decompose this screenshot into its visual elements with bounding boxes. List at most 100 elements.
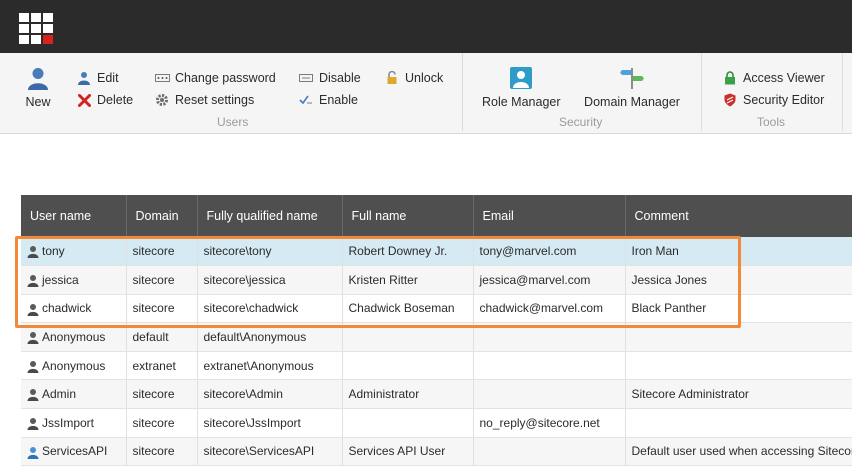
table-cell-comment bbox=[625, 351, 852, 381]
table-row[interactable]: Anonymous default default\Anonymous bbox=[21, 322, 852, 352]
column-header-user-name[interactable]: User name bbox=[21, 195, 127, 237]
service-user-icon bbox=[27, 446, 39, 459]
table-cell-domain: sitecore bbox=[126, 379, 198, 410]
user-name-text: JssImport bbox=[42, 415, 95, 430]
disable-icon bbox=[298, 71, 314, 85]
user-new-icon bbox=[28, 68, 48, 90]
table-cell-email bbox=[473, 351, 626, 381]
table-cell-domain: extranet bbox=[126, 351, 198, 381]
table-cell-email: chadwick@marvel.com bbox=[473, 294, 626, 324]
new-user-label: New bbox=[25, 95, 51, 109]
table-cell-fqn: sitecore\chadwick bbox=[197, 294, 343, 324]
table-cell-user: jessica bbox=[21, 265, 127, 295]
table-row[interactable]: chadwick sitecore sitecore\chadwick Chadwic… bbox=[21, 294, 852, 324]
disable-button[interactable]: Disable bbox=[298, 71, 361, 85]
table-cell-email: jessica@marvel.com bbox=[473, 265, 626, 295]
table-cell-comment: Jessica Jones bbox=[625, 265, 852, 295]
table-cell-user: chadwick bbox=[21, 294, 127, 324]
reset-settings-button[interactable]: Reset settings bbox=[154, 93, 254, 107]
table-row[interactable]: jessica sitecore sitecore\jessica Kristen R… bbox=[21, 265, 852, 295]
domain-manager-button[interactable]: Domain Manager bbox=[583, 66, 681, 109]
table-cell-comment: Default user used when accessing Sitecor… bbox=[625, 437, 852, 467]
table-cell-fqn: sitecore\tony bbox=[197, 237, 343, 267]
table-row[interactable]: JssImport sitecore sitecore\JssImport no_re… bbox=[21, 408, 852, 438]
role-manager-button[interactable]: Role Manager bbox=[482, 66, 561, 109]
table-cell-comment bbox=[625, 322, 852, 352]
app-launcher-icon[interactable] bbox=[19, 13, 53, 45]
column-header-fully-qualified-name[interactable]: Fully qualified name bbox=[197, 195, 343, 237]
column-header-comment[interactable]: Comment bbox=[625, 195, 852, 237]
delete-button[interactable]: Delete bbox=[76, 93, 133, 107]
user-icon bbox=[27, 332, 39, 345]
change-password-button[interactable]: Change password bbox=[154, 71, 276, 85]
table-cell-full-name bbox=[342, 408, 474, 438]
table-cell-email bbox=[473, 322, 626, 352]
table-cell-fqn: sitecore\jessica bbox=[197, 265, 343, 295]
user-icon bbox=[27, 418, 39, 431]
user-name-text: Anonymous bbox=[42, 329, 106, 344]
table-cell-domain: sitecore bbox=[126, 408, 198, 438]
table-cell-user: Anonymous bbox=[21, 351, 127, 381]
table-cell-fqn: sitecore\JssImport bbox=[197, 408, 343, 438]
table-cell-domain: sitecore bbox=[126, 265, 198, 295]
table-cell-fqn: sitecore\Admin bbox=[197, 379, 343, 410]
table-cell-user: Anonymous bbox=[21, 322, 127, 352]
change-password-icon bbox=[154, 71, 170, 85]
group-divider bbox=[462, 53, 463, 131]
table-cell-full-name bbox=[342, 351, 474, 381]
tools-group-label: Tools bbox=[757, 115, 786, 129]
new-user-button[interactable]: New bbox=[22, 66, 54, 109]
ribbon: New Edit Delete Change password Reset se… bbox=[0, 53, 852, 134]
table-row[interactable]: ServicesAPI sitecore sitecore\ServicesAPI S… bbox=[21, 437, 852, 467]
enable-button[interactable]: Enable bbox=[298, 93, 358, 107]
table-cell-fqn: extranet\Anonymous bbox=[197, 351, 343, 381]
edit-user-icon bbox=[76, 71, 92, 85]
table-cell-email bbox=[473, 437, 626, 467]
access-viewer-lock-icon bbox=[722, 71, 738, 85]
table-cell-user: Admin bbox=[21, 379, 127, 410]
unlock-icon bbox=[384, 71, 400, 85]
column-header-domain[interactable]: Domain bbox=[126, 195, 198, 237]
table-header-row: User name Domain Fully qualified name Fu… bbox=[21, 195, 852, 237]
user-name-text: tony bbox=[42, 243, 65, 258]
table-cell-domain: default bbox=[126, 322, 198, 352]
table-cell-fqn: default\Anonymous bbox=[197, 322, 343, 352]
table-cell-comment: Black Panther bbox=[625, 294, 852, 324]
enable-icon bbox=[298, 93, 314, 107]
user-name-text: chadwick bbox=[42, 301, 92, 316]
table-cell-email: tony@marvel.com bbox=[473, 237, 626, 267]
edit-button[interactable]: Edit bbox=[76, 71, 119, 85]
users-table: User name Domain Fully qualified name Fu… bbox=[21, 195, 852, 467]
table-cell-comment: Sitecore Administrator bbox=[625, 379, 852, 410]
table-cell-email bbox=[473, 379, 626, 410]
user-icon bbox=[27, 303, 39, 316]
security-editor-button[interactable]: Security Editor bbox=[722, 93, 824, 107]
table-cell-domain: sitecore bbox=[126, 294, 198, 324]
table-row[interactable]: Admin sitecore sitecore\Admin Administrator… bbox=[21, 379, 852, 410]
security-editor-icon bbox=[722, 93, 738, 107]
reset-settings-gear-icon bbox=[154, 93, 170, 107]
access-viewer-button[interactable]: Access Viewer bbox=[722, 71, 825, 85]
table-cell-user: ServicesAPI bbox=[21, 437, 127, 467]
column-header-email[interactable]: Email bbox=[473, 195, 626, 237]
top-bar bbox=[0, 0, 852, 53]
table-cell-comment: Iron Man bbox=[625, 237, 852, 267]
group-divider bbox=[842, 53, 843, 131]
domain-manager-icon bbox=[620, 68, 644, 89]
table-cell-domain: sitecore bbox=[126, 237, 198, 267]
table-cell-full-name: Administrator bbox=[342, 379, 474, 410]
table-cell-fqn: sitecore\ServicesAPI bbox=[197, 437, 343, 467]
table-cell-user: JssImport bbox=[21, 408, 127, 438]
user-name-text: Anonymous bbox=[42, 358, 106, 373]
table-row[interactable]: Anonymous extranet extranet\Anonymous bbox=[21, 351, 852, 381]
table-cell-full-name bbox=[342, 322, 474, 352]
column-header-full-name[interactable]: Full name bbox=[342, 195, 474, 237]
user-name-text: Admin bbox=[42, 387, 77, 402]
delete-x-icon bbox=[76, 93, 92, 107]
table-row[interactable]: tony sitecore sitecore\tony Robert Downey J… bbox=[21, 237, 852, 267]
table-cell-user: tony bbox=[21, 237, 127, 267]
group-divider bbox=[701, 53, 702, 131]
unlock-button[interactable]: Unlock bbox=[384, 71, 443, 85]
table-cell-domain: sitecore bbox=[126, 437, 198, 467]
table-cell-full-name: Robert Downey Jr. bbox=[342, 237, 474, 267]
